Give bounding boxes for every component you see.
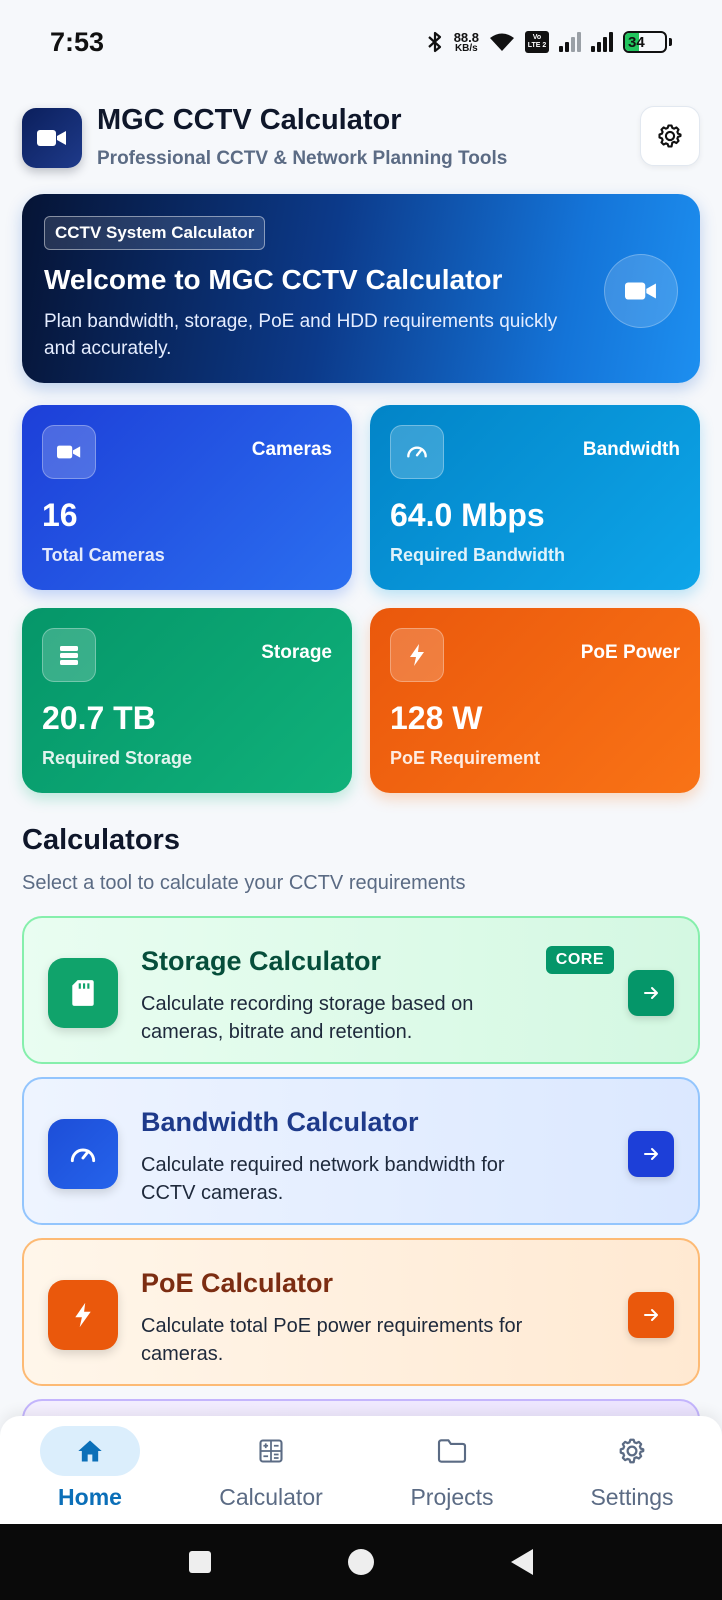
stat-value: 64.0 Mbps xyxy=(390,497,545,533)
stat-subtitle: Total Cameras xyxy=(42,545,165,565)
calculator-icon xyxy=(259,1439,283,1463)
stat-value: 20.7 TB xyxy=(42,700,156,736)
section-title: Calculators xyxy=(22,824,180,856)
volte-icon: Vo LTE 2 xyxy=(525,31,549,53)
recents-button[interactable] xyxy=(188,1551,211,1573)
open-poe-calculator-button[interactable] xyxy=(628,1292,674,1338)
app-subtitle: Professional CCTV & Network Planning Too… xyxy=(97,148,508,169)
stat-card-bandwidth[interactable]: Bandwidth 64.0 Mbps Required Bandwidth xyxy=(370,405,700,590)
gauge-icon-box xyxy=(48,1119,118,1189)
stat-label: Storage xyxy=(261,642,332,663)
settings-button[interactable] xyxy=(640,106,700,166)
nav-projects[interactable]: Projects xyxy=(367,1426,537,1518)
hero-camera-badge xyxy=(604,254,678,328)
nav-home[interactable]: Home xyxy=(5,1426,175,1518)
status-time: 7:53 xyxy=(50,26,105,57)
app-header: MGC CCTV Calculator Professional CCTV & … xyxy=(22,104,700,172)
gear-icon xyxy=(619,1438,645,1464)
section-subtitle: Select a tool to calculate your CCTV req… xyxy=(22,872,466,894)
hero-badge: CCTV System Calculator xyxy=(44,216,266,250)
welcome-banner: CCTV System Calculator Welcome to MGC CC… xyxy=(22,194,700,383)
server-icon xyxy=(60,646,78,665)
stat-card-poe[interactable]: PoE Power 128 W PoE Requirement xyxy=(370,608,700,793)
calc-title: Storage Calculator xyxy=(141,946,382,976)
battery-icon: 34 xyxy=(623,31,667,53)
stat-card-cameras[interactable]: Cameras 16 Total Cameras xyxy=(22,405,352,590)
stat-value: 16 xyxy=(42,497,78,533)
nav-settings[interactable]: Settings xyxy=(547,1426,717,1518)
stat-label: PoE Power xyxy=(580,642,680,663)
calc-title: PoE Calculator xyxy=(141,1268,334,1298)
calc-description: Calculate required network bandwidth for… xyxy=(141,1154,505,1204)
gauge-icon xyxy=(407,446,427,458)
lightning-icon xyxy=(75,1302,91,1328)
gauge-icon xyxy=(70,1148,96,1163)
video-camera-icon xyxy=(57,445,81,459)
sd-card-icon xyxy=(72,980,94,1006)
nav-calculator[interactable]: Calculator xyxy=(186,1426,356,1518)
home-system-button[interactable] xyxy=(347,1549,374,1575)
open-bandwidth-calculator-button[interactable] xyxy=(628,1131,674,1177)
hero-description: Plan bandwidth, storage, PoE and HDD req… xyxy=(44,311,558,359)
stat-value: 128 W xyxy=(390,700,483,736)
core-badge: CORE xyxy=(545,946,614,974)
calc-description: Calculate recording storage based on cam… xyxy=(141,993,474,1043)
nav-label: Settings xyxy=(590,1484,674,1510)
app-logo xyxy=(22,108,82,168)
stat-label: Cameras xyxy=(251,439,332,460)
wifi-icon xyxy=(490,33,514,51)
stat-card-storage[interactable]: Storage 20.7 TB Required Storage xyxy=(22,608,352,793)
camera-icon-box xyxy=(42,425,96,479)
arrow-right-icon xyxy=(644,1309,658,1321)
stat-label: Bandwidth xyxy=(582,439,680,460)
signal-icon-sim1 xyxy=(559,32,581,52)
net-speed: 88.8 KB/s xyxy=(453,29,479,54)
sd-card-icon-box xyxy=(48,958,118,1028)
bandwidth-calculator-card[interactable]: Bandwidth Calculator Calculate required … xyxy=(22,1077,700,1225)
lightning-icon-box xyxy=(48,1280,118,1350)
video-camera-icon xyxy=(625,282,656,300)
signal-icon-sim2 xyxy=(591,32,613,52)
gear-icon xyxy=(658,124,682,148)
hero-title: Welcome to MGC CCTV Calculator xyxy=(44,264,503,295)
bluetooth-icon xyxy=(427,31,441,53)
server-icon-box xyxy=(42,628,96,682)
status-icons: 88.8 KB/s Vo LTE 2 34 xyxy=(426,30,672,54)
storage-calculator-card[interactable]: Storage Calculator CORE Calculate record… xyxy=(22,916,700,1064)
nav-label: Calculator xyxy=(219,1484,323,1510)
bottom-navigation: Home Calculator Projects Settings xyxy=(0,1416,722,1524)
poe-calculator-card[interactable]: PoE Calculator Calculate total PoE power… xyxy=(22,1238,700,1386)
stat-subtitle: PoE Requirement xyxy=(390,748,541,768)
arrow-right-icon xyxy=(644,1148,658,1160)
calc-description: Calculate total PoE power requirements f… xyxy=(141,1315,523,1365)
back-button[interactable] xyxy=(511,1549,534,1575)
calc-title: Bandwidth Calculator xyxy=(141,1107,419,1137)
lightning-icon-box xyxy=(390,628,444,682)
home-icon xyxy=(78,1440,102,1462)
nav-label: Home xyxy=(58,1484,122,1510)
app-title: MGC CCTV Calculator xyxy=(97,104,402,136)
system-navigation-bar xyxy=(0,1524,722,1600)
lightning-icon xyxy=(410,644,424,666)
gauge-icon-box xyxy=(390,425,444,479)
arrow-right-icon xyxy=(644,987,658,999)
folder-icon xyxy=(437,1439,467,1463)
status-bar: 7:53 88.8 KB/s Vo LTE 2 34 xyxy=(0,0,722,84)
nav-label: Projects xyxy=(410,1484,494,1510)
open-storage-calculator-button[interactable] xyxy=(628,970,674,1016)
stat-subtitle: Required Storage xyxy=(42,748,193,768)
video-camera-icon xyxy=(37,130,66,146)
stat-subtitle: Required Bandwidth xyxy=(390,545,565,565)
